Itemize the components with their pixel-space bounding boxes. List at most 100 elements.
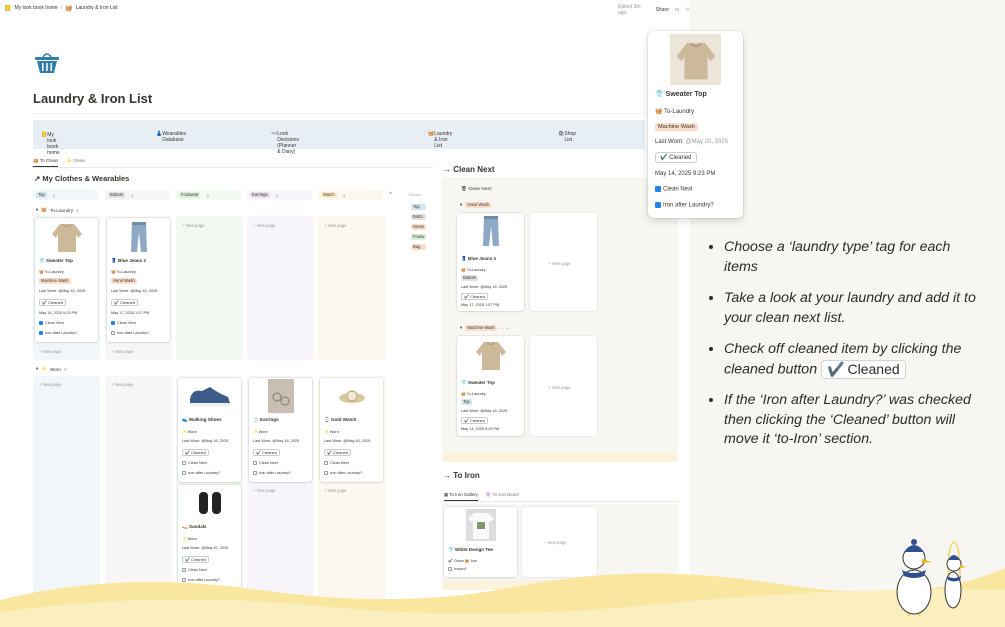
- laundry-icon: 🧺: [41, 207, 48, 212]
- share-button[interactable]: Share: [655, 7, 668, 13]
- watch-image: [320, 378, 383, 414]
- breadcrumb: 📒 My look book home / 🧺 Laundry & Iron L…: [4, 5, 118, 12]
- tab-to-iron-gallery[interactable]: ▦ To Iron Gallery: [444, 492, 478, 501]
- tee-image: [444, 507, 517, 543]
- tab-to-iron-board[interactable]: 👚 To Iron Board: [486, 492, 519, 501]
- cleaned-button[interactable]: ✔️ Cleaned: [461, 417, 488, 424]
- clean-next-checkbox[interactable]: Clean Next: [182, 461, 207, 465]
- new-page-button[interactable]: + New page: [39, 349, 61, 354]
- group-worn[interactable]: ▾ ✨ Worn 4: [36, 366, 67, 372]
- jeans-image: [107, 218, 170, 256]
- group-to-laundry[interactable]: ▾ 🧺 To-Laundry 2: [36, 207, 79, 213]
- card-walking-shoes[interactable]: 👟 Walking Shoes ✨ Worn Last Worn: @May 1…: [178, 378, 241, 482]
- card-wash-type: Machine Wash: [39, 278, 71, 284]
- iron-checkbox[interactable]: Iron after Laundry?: [253, 471, 291, 475]
- hidden-tag[interactable]: Top: [411, 204, 427, 210]
- card-gold-watch[interactable]: ⌚ Gold Watch ✨ Worn Last Worn: @May 16, …: [320, 378, 383, 482]
- new-page-button[interactable]: + New page: [548, 385, 570, 390]
- iron-checkbox[interactable]: Iron after Laundry?: [39, 331, 77, 335]
- card-blue-jeans[interactable]: 👖 Blue Jeans 2 🧺 To-Laundry Bottom Last …: [457, 213, 524, 311]
- new-page-button[interactable]: + New page: [548, 261, 570, 266]
- cleaned-button[interactable]: ✔️ Cleaned: [39, 299, 66, 306]
- iron-checkbox[interactable]: Iron after Laundry?: [182, 471, 220, 475]
- card-title: 👖 Blue Jeans 2: [111, 258, 147, 263]
- breadcrumb-home[interactable]: My look book home: [14, 5, 57, 11]
- hidden-tag[interactable]: Bag: [411, 244, 427, 250]
- shoes-image: [178, 378, 241, 414]
- card-blue-jeans[interactable]: 👖 Blue Jeans 2 🧺 To-Laundry Hand Wash La…: [107, 218, 170, 342]
- cleaned-button[interactable]: ✔️ Cleaned: [111, 299, 138, 306]
- group-hand-wash[interactable]: ▾ Hand Wash: [460, 202, 492, 208]
- card-status: 🧺 To-Laundry: [461, 392, 486, 396]
- tab-to-clean[interactable]: 🧺 To Clean: [33, 158, 59, 167]
- more-icon[interactable]: ··· +: [500, 326, 509, 331]
- chevron-down-icon: ▾: [460, 202, 463, 207]
- card-date: May 14, 2025 9:23 PM: [461, 427, 500, 431]
- cleaned-button[interactable]: ✔️ Cleaned: [461, 293, 488, 300]
- instruction-item: If the ‘Iron after Laundry?’ was checked…: [724, 391, 988, 450]
- card-title: 👕 White Design Tee: [448, 547, 493, 552]
- iron-checkbox[interactable]: Iron after Laundry?: [111, 331, 149, 335]
- nav-home[interactable]: 📒 My look book home: [41, 132, 60, 156]
- new-page-button[interactable]: + New page: [253, 488, 275, 493]
- cleaned-button[interactable]: ✔️ Cleaned: [182, 449, 209, 456]
- nav-laundry[interactable]: 🧺 Laundry & Iron List: [428, 131, 452, 149]
- new-page-button[interactable]: + New page: [111, 349, 133, 354]
- card-title: 👡 Sandals: [182, 524, 207, 529]
- card-title: 👕 Sweater Top: [39, 258, 73, 263]
- new-page-button[interactable]: + New page: [324, 223, 346, 228]
- card-earrings[interactable]: 💍 Earrings ✨ Worn Last Worn: @May 16, 20…: [249, 378, 312, 482]
- new-page-button[interactable]: + New page: [544, 540, 566, 545]
- board-title: ↗ My Clothes & Wearables: [34, 174, 130, 183]
- popup-date: May 14, 2025 9:23 PM: [655, 171, 716, 177]
- add-column-icon[interactable]: +: [389, 191, 393, 197]
- group-machine-wash[interactable]: ▾ Machine Wash ··· +: [460, 325, 508, 331]
- breadcrumb-current[interactable]: Laundry & Iron List: [76, 5, 118, 11]
- basket-icon: [35, 53, 59, 73]
- tab-clean[interactable]: ✨ Clean: [66, 158, 85, 167]
- cleaned-button[interactable]: ✔️ Cleaned: [655, 152, 697, 163]
- instruction-list: Choose a ‘laundry type’ tag for each ite…: [708, 238, 988, 462]
- sparkle-icon: ✨: [41, 366, 48, 371]
- iron-checkbox[interactable]: Iron after Laundry?: [324, 471, 362, 475]
- chevron-down-icon: ▾: [36, 207, 39, 212]
- nav-shop[interactable]: 🛍 Shop List: [558, 131, 576, 143]
- hidden-tag[interactable]: Footw: [411, 234, 427, 240]
- cleaned-button[interactable]: ✔️ Cleaned: [253, 449, 280, 456]
- clean-next-checkbox[interactable]: Clean Next: [324, 461, 349, 465]
- hidden-tag[interactable]: Dress: [411, 224, 427, 230]
- card-sweater-top[interactable]: 👕 Sweater Top 🧺 To-Laundry Machine Wash …: [35, 218, 98, 342]
- card-preview-popup[interactable]: 👕 Sweater Top 🧺 To-Laundry Machine Wash …: [648, 31, 743, 218]
- column-bottom[interactable]: Bottom 1: [105, 190, 170, 200]
- new-page-button[interactable]: + New page: [39, 382, 61, 387]
- column-top[interactable]: Top 1: [33, 190, 98, 200]
- card-sweater-top[interactable]: 👕 Sweater Top 🧺 To-Laundry Top Last Worn…: [457, 336, 524, 436]
- column-bg: [176, 216, 243, 360]
- new-page-button[interactable]: + New page: [324, 488, 346, 493]
- clean-next-checkbox[interactable]: Clean Next: [111, 321, 136, 325]
- cleaned-button[interactable]: ✔️ Cleaned: [324, 449, 351, 456]
- bird-mascot-icon: [896, 539, 966, 616]
- page-title: Laundry & Iron List: [33, 91, 153, 106]
- new-page-button[interactable]: + New page: [182, 223, 204, 228]
- clean-next-checkbox[interactable]: Clean Next: [655, 186, 693, 193]
- column-footwear[interactable]: Footwear 2: [176, 190, 241, 200]
- column-watch[interactable]: Watch 1: [318, 190, 383, 200]
- edited-status: Edited 3m ago: [618, 4, 641, 16]
- sweater-image: [670, 34, 721, 85]
- clean-next-checkbox[interactable]: Clean Next: [253, 461, 278, 465]
- hidden-groups: Top Botto Dress Footw Bag: [411, 204, 427, 250]
- nav-look-decisions[interactable]: 👓 Look Decisions (Planner & Diary): [271, 131, 299, 155]
- yellow-wave: [0, 568, 1005, 627]
- nav-wearables[interactable]: 👗 Wearables Database: [156, 131, 186, 143]
- pinned-label: Pinned: [409, 193, 421, 197]
- iron-checkbox[interactable]: Iron after Laundry?: [655, 202, 714, 209]
- column-earrings[interactable]: Earrings 1: [247, 190, 312, 200]
- clean-next-checkbox[interactable]: Clean Next: [39, 321, 64, 325]
- comment-icon[interactable]: ▭: [675, 7, 680, 13]
- new-page-button[interactable]: + New page: [111, 382, 133, 387]
- view-tabs: 🧺 To Clean ✨ Clean: [33, 158, 85, 167]
- nav-bar: 📒 My look book home 👗 Wearables Database…: [33, 120, 645, 156]
- new-page-button[interactable]: + New page: [253, 223, 275, 228]
- hidden-tag[interactable]: Botto: [411, 214, 427, 220]
